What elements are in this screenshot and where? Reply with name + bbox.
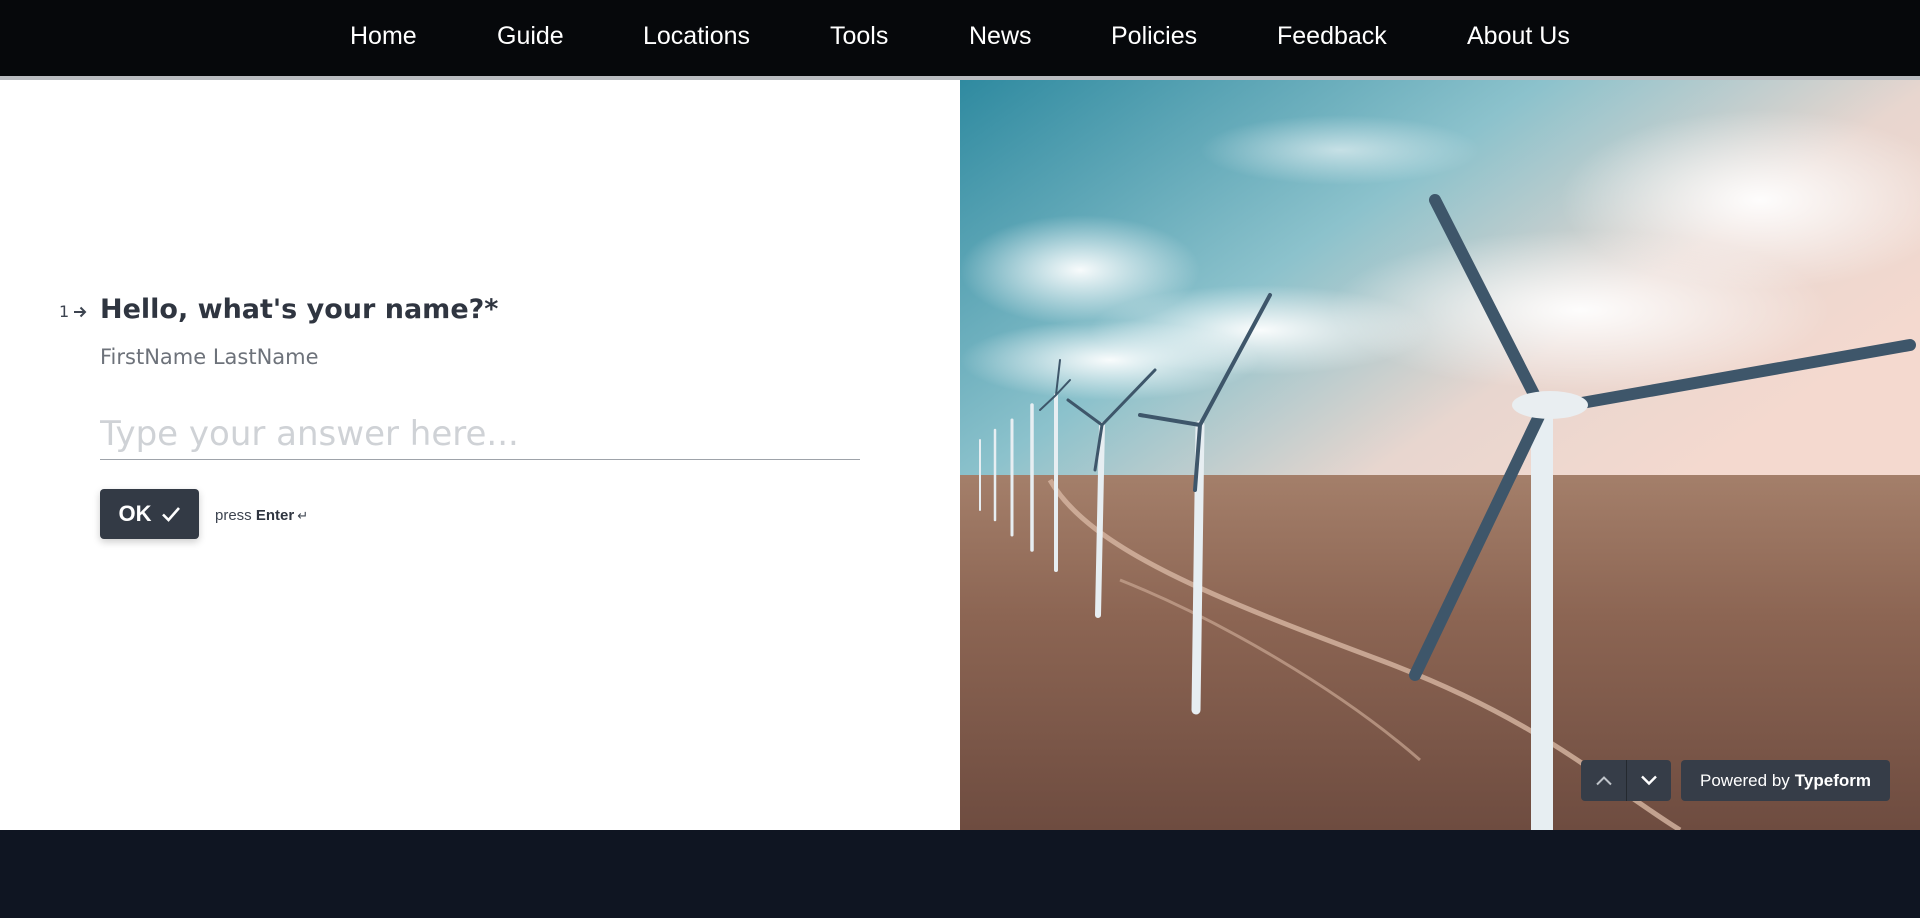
question-number: 1 (59, 302, 87, 321)
enter-icon: ↵ (297, 508, 309, 523)
chevron-up-icon (1595, 776, 1612, 786)
nav-policies[interactable]: Policies (1111, 22, 1197, 51)
press-enter-hint: press Enter ↵ (215, 507, 308, 524)
powered-by-typeform-link[interactable]: Powered by Typeform (1681, 760, 1890, 801)
question-description: FirstName LastName (100, 345, 319, 369)
nav-locations[interactable]: Locations (643, 22, 750, 51)
powered-by-text: Powered by (1700, 770, 1790, 790)
main-nav: Home Guide Locations Tools News Policies… (0, 0, 1920, 76)
question-title: Hello, what's your name?* (100, 294, 499, 325)
typeform-brand: Typeform (1794, 770, 1871, 790)
nav-guide[interactable]: Guide (497, 22, 564, 51)
page-footer (0, 830, 1920, 918)
previous-question-button[interactable] (1581, 760, 1626, 801)
wind-farm-image (960, 80, 1920, 830)
wind-turbines-photo (960, 80, 1920, 830)
top-navbar: Home Guide Locations Tools News Policies… (0, 0, 1920, 80)
nav-about-us[interactable]: About Us (1467, 22, 1570, 51)
name-answer-input[interactable] (100, 408, 860, 460)
nav-tools[interactable]: Tools (830, 22, 888, 51)
nav-home[interactable]: Home (350, 22, 417, 51)
question-navigation (1581, 760, 1671, 801)
nav-feedback[interactable]: Feedback (1277, 22, 1387, 51)
question-number-text: 1 (59, 302, 70, 321)
ok-button-label: OK (118, 501, 152, 526)
press-text: press (215, 507, 252, 524)
next-question-button[interactable] (1626, 760, 1671, 801)
typeform-question-panel: 1 Hello, what's your name?* FirstName La… (0, 80, 960, 830)
chevron-down-icon (1641, 775, 1657, 786)
nav-news[interactable]: News (969, 22, 1032, 51)
check-icon (161, 507, 180, 522)
enter-key-text: Enter (255, 507, 295, 524)
ok-button[interactable]: OK (100, 489, 199, 539)
arrow-right-icon (74, 306, 87, 317)
